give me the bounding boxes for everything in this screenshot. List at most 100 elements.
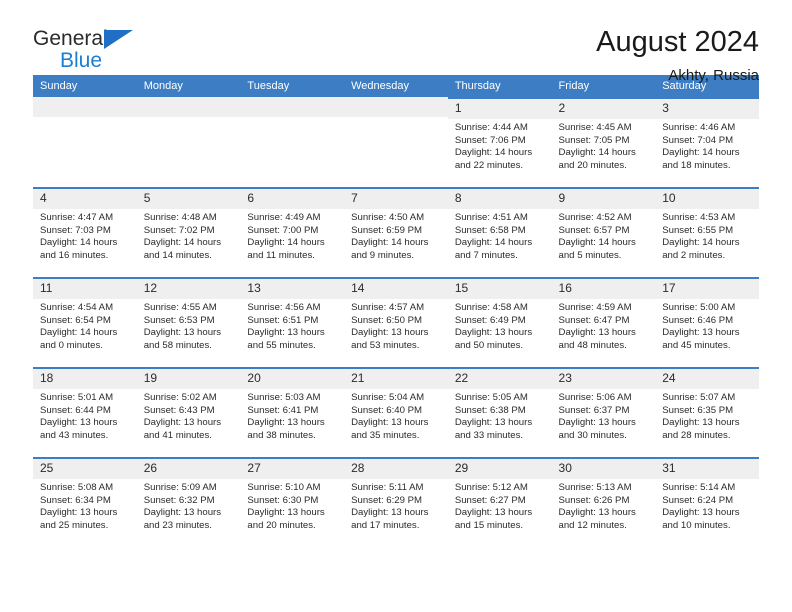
- day-sunrise-line: Sunrise: 4:45 AM: [558, 122, 632, 133]
- day-cell[interactable]: 22 Sunrise: 5:05 AM Sunset: 6:38 PM Dayligh…: [447, 367, 552, 457]
- day-daylight-line: Daylight: 13 hours: [143, 417, 222, 429]
- day-daylight-line: and 12 minutes.: [558, 519, 627, 531]
- day-cell[interactable]: 21 Sunrise: 5:04 AM Sunset: 6:40 PM Dayligh…: [344, 367, 448, 457]
- day-number: 28: [344, 459, 448, 479]
- page-header: General Blue August 2024 Akhty, Russia: [33, 0, 759, 84]
- day-daylight-line: Daylight: 13 hours: [247, 507, 325, 519]
- day-cell[interactable]: 23 Sunrise: 5:06 AM Sunset: 6:37 PM Dayligh…: [551, 367, 656, 457]
- day-cell[interactable]: 25 Sunrise: 5:08 AM Sunset: 6:34 PM Dayligh…: [33, 457, 137, 547]
- calendar-table: Sunday Monday Tuesday Wednesday Thursday…: [33, 75, 759, 547]
- day-details: Sunrise: 5:03 AM Sunset: 6:41 PM Daylight:…: [240, 389, 344, 442]
- calendar-day-cell: 29 Sunrise: 5:12 AM Sunset: 6:27 PM Dayligh…: [447, 457, 552, 547]
- day-cell[interactable]: 8 Sunrise: 4:51 AM Sunset: 6:58 PM Daylight…: [447, 187, 552, 277]
- day-cell[interactable]: 15 Sunrise: 4:58 AM Sunset: 6:49 PM Dayligh…: [447, 277, 552, 367]
- day-cell[interactable]: 20 Sunrise: 5:03 AM Sunset: 6:41 PM Dayligh…: [240, 367, 345, 457]
- day-cell[interactable]: 5 Sunrise: 4:48 AM Sunset: 7:02 PM Daylight…: [136, 187, 241, 277]
- calendar-week-row: 25 Sunrise: 5:08 AM Sunset: 6:34 PM Dayligh…: [33, 457, 759, 547]
- day-cell[interactable]: 11 Sunrise: 4:54 AM Sunset: 6:54 PM Dayligh…: [33, 277, 137, 367]
- calendar-day-cell: [136, 97, 241, 187]
- day-details: Sunrise: 5:14 AM Sunset: 6:24 PM Daylight:…: [655, 479, 759, 532]
- day-details: Sunrise: 5:11 AM Sunset: 6:29 PM Daylight:…: [344, 479, 448, 532]
- day-cell-empty: [344, 97, 448, 187]
- day-cell[interactable]: 13 Sunrise: 4:56 AM Sunset: 6:51 PM Dayligh…: [240, 277, 345, 367]
- day-sunset-line: Sunset: 7:00 PM: [247, 224, 319, 236]
- day-sunset-line: Sunset: 6:44 PM: [40, 404, 111, 416]
- calendar-day-cell: 10 Sunrise: 4:53 AM Sunset: 6:55 PM Dayligh…: [655, 187, 759, 277]
- day-cell[interactable]: 31 Sunrise: 5:14 AM Sunset: 6:24 PM Dayligh…: [655, 457, 759, 547]
- day-cell[interactable]: 6 Sunrise: 4:49 AM Sunset: 7:00 PM Daylight…: [240, 187, 345, 277]
- calendar-day-cell: 21 Sunrise: 5:04 AM Sunset: 6:40 PM Dayligh…: [344, 367, 448, 457]
- day-number: 22: [447, 369, 552, 389]
- day-sunset-line: Sunset: 6:49 PM: [454, 314, 526, 326]
- day-number: 13: [240, 279, 345, 299]
- day-cell[interactable]: 28 Sunrise: 5:11 AM Sunset: 6:29 PM Dayligh…: [344, 457, 448, 547]
- day-sunset-line: Sunset: 7:05 PM: [558, 134, 630, 146]
- calendar-day-cell: 18 Sunrise: 5:01 AM Sunset: 6:44 PM Dayligh…: [33, 367, 137, 457]
- day-cell[interactable]: 17 Sunrise: 5:00 AM Sunset: 6:46 PM Dayligh…: [655, 277, 759, 367]
- day-cell[interactable]: 19 Sunrise: 5:02 AM Sunset: 6:43 PM Dayligh…: [136, 367, 241, 457]
- day-sunrise-line: Sunrise: 5:04 AM: [351, 392, 425, 403]
- day-sunrise-line: Sunrise: 4:49 AM: [247, 212, 321, 223]
- day-cell[interactable]: 29 Sunrise: 5:12 AM Sunset: 6:27 PM Dayligh…: [447, 457, 552, 547]
- day-number: [240, 97, 345, 117]
- calendar-day-cell: 1 Sunrise: 4:44 AM Sunset: 7:06 PM Daylight…: [447, 97, 552, 187]
- day-cell[interactable]: 9 Sunrise: 4:52 AM Sunset: 6:57 PM Daylight…: [551, 187, 656, 277]
- day-cell[interactable]: 4 Sunrise: 4:47 AM Sunset: 7:03 PM Daylight…: [33, 187, 137, 277]
- day-number: 3: [655, 99, 759, 119]
- day-cell[interactable]: 7 Sunrise: 4:50 AM Sunset: 6:59 PM Daylight…: [344, 187, 448, 277]
- day-cell[interactable]: 1 Sunrise: 4:44 AM Sunset: 7:06 PM Daylight…: [447, 97, 552, 187]
- calendar-day-cell: 27 Sunrise: 5:10 AM Sunset: 6:30 PM Dayligh…: [240, 457, 345, 547]
- day-daylight-line: and 53 minutes.: [351, 339, 420, 351]
- day-number: 30: [551, 459, 656, 479]
- day-sunrise-line: Sunrise: 5:13 AM: [558, 482, 632, 493]
- day-daylight-line: Daylight: 13 hours: [558, 417, 636, 429]
- day-daylight-line: Daylight: 14 hours: [454, 237, 533, 249]
- day-daylight-line: Daylight: 13 hours: [662, 327, 740, 339]
- day-cell[interactable]: 10 Sunrise: 4:53 AM Sunset: 6:55 PM Dayligh…: [655, 187, 759, 277]
- day-cell[interactable]: 18 Sunrise: 5:01 AM Sunset: 6:44 PM Dayligh…: [33, 367, 137, 457]
- calendar-day-cell: 14 Sunrise: 4:57 AM Sunset: 6:50 PM Dayligh…: [344, 277, 448, 367]
- title-block: August 2024 Akhty, Russia: [596, 28, 759, 84]
- calendar-week-row: 11 Sunrise: 4:54 AM Sunset: 6:54 PM Dayligh…: [33, 277, 759, 367]
- day-daylight-line: and 20 minutes.: [558, 159, 627, 171]
- day-cell-empty: [33, 97, 137, 187]
- day-number: 9: [551, 189, 656, 209]
- day-sunset-line: Sunset: 7:02 PM: [143, 224, 215, 236]
- calendar-day-cell: 12 Sunrise: 4:55 AM Sunset: 6:53 PM Dayligh…: [136, 277, 241, 367]
- calendar-day-cell: 25 Sunrise: 5:08 AM Sunset: 6:34 PM Dayligh…: [33, 457, 137, 547]
- day-sunset-line: Sunset: 6:46 PM: [662, 314, 734, 326]
- day-daylight-line: Daylight: 13 hours: [351, 327, 429, 339]
- calendar-day-cell: 4 Sunrise: 4:47 AM Sunset: 7:03 PM Daylight…: [33, 187, 137, 277]
- brand-logo[interactable]: General Blue: [33, 27, 133, 71]
- day-sunset-line: Sunset: 6:40 PM: [351, 404, 423, 416]
- day-sunset-line: Sunset: 6:30 PM: [247, 494, 319, 506]
- day-details: Sunrise: 4:51 AM Sunset: 6:58 PM Daylight:…: [448, 209, 552, 262]
- day-daylight-line: and 45 minutes.: [662, 339, 731, 351]
- day-cell[interactable]: 30 Sunrise: 5:13 AM Sunset: 6:26 PM Dayligh…: [551, 457, 656, 547]
- day-daylight-line: Daylight: 13 hours: [143, 507, 222, 519]
- day-cell[interactable]: 26 Sunrise: 5:09 AM Sunset: 6:32 PM Dayligh…: [136, 457, 241, 547]
- day-daylight-line: Daylight: 13 hours: [662, 417, 740, 429]
- day-daylight-line: and 5 minutes.: [558, 249, 622, 261]
- day-cell[interactable]: 24 Sunrise: 5:07 AM Sunset: 6:35 PM Dayligh…: [655, 367, 759, 457]
- day-sunset-line: Sunset: 7:06 PM: [454, 134, 526, 146]
- day-details: Sunrise: 4:52 AM Sunset: 6:57 PM Daylight:…: [552, 209, 656, 262]
- day-cell[interactable]: 3 Sunrise: 4:46 AM Sunset: 7:04 PM Daylight…: [655, 97, 759, 187]
- day-cell[interactable]: 27 Sunrise: 5:10 AM Sunset: 6:30 PM Dayligh…: [240, 457, 345, 547]
- day-cell[interactable]: 12 Sunrise: 4:55 AM Sunset: 6:53 PM Dayligh…: [136, 277, 241, 367]
- day-cell[interactable]: 2 Sunrise: 4:45 AM Sunset: 7:05 PM Daylight…: [551, 97, 656, 187]
- day-details: Sunrise: 5:12 AM Sunset: 6:27 PM Daylight:…: [448, 479, 552, 532]
- day-daylight-line: and 38 minutes.: [247, 429, 316, 441]
- day-number: [344, 97, 448, 117]
- day-number: 12: [136, 279, 241, 299]
- brand-name-general: General: [33, 27, 108, 50]
- day-cell[interactable]: 14 Sunrise: 4:57 AM Sunset: 6:50 PM Dayligh…: [344, 277, 448, 367]
- day-number: 20: [240, 369, 345, 389]
- day-daylight-line: and 2 minutes.: [662, 249, 726, 261]
- day-sunset-line: Sunset: 6:55 PM: [662, 224, 734, 236]
- day-number: 10: [655, 189, 759, 209]
- day-daylight-line: and 9 minutes.: [351, 249, 415, 261]
- day-cell[interactable]: 16 Sunrise: 4:59 AM Sunset: 6:47 PM Dayligh…: [551, 277, 656, 367]
- day-daylight-line: Daylight: 13 hours: [143, 327, 222, 339]
- day-details: Sunrise: 4:46 AM Sunset: 7:04 PM Daylight:…: [655, 119, 759, 172]
